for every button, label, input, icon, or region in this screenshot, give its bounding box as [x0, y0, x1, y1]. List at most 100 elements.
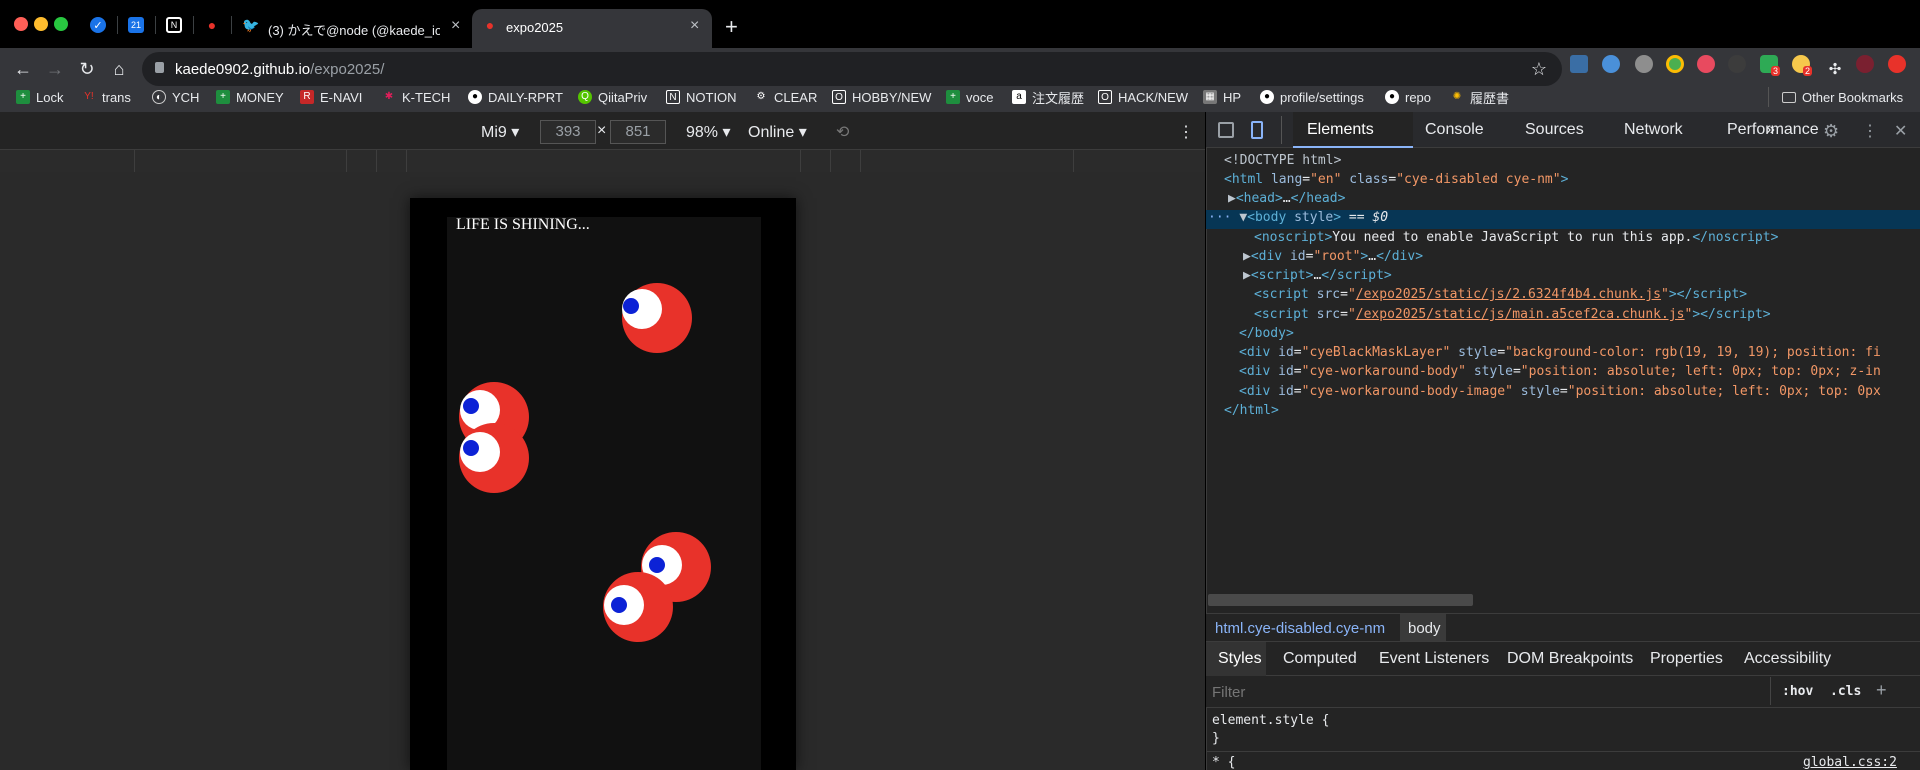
device-more-icon[interactable]: ⋮	[1178, 122, 1194, 142]
bookmark-ktech[interactable]: ✱ K-TECH	[382, 87, 451, 107]
settings-gear-icon[interactable]: ⚙	[1823, 121, 1839, 142]
bookmark-order-history[interactable]: a 注文履歴	[1012, 87, 1084, 107]
rotate-icon[interactable]: ⟲	[836, 122, 849, 142]
tab-accessibility[interactable]: Accessibility	[1744, 650, 1831, 668]
device-width-input[interactable]: 393	[540, 120, 596, 144]
tab-properties[interactable]: Properties	[1650, 650, 1723, 668]
pinned-tab-notion-icon[interactable]: N	[166, 17, 182, 33]
bookmark-trans[interactable]: Y! trans	[82, 87, 131, 107]
tab-event-listeners[interactable]: Event Listeners	[1379, 650, 1489, 668]
close-window-button[interactable]	[14, 17, 28, 31]
tab-dom-breakpoints[interactable]: DOM Breakpoints	[1507, 650, 1633, 668]
tab-network[interactable]: Network	[1624, 121, 1683, 139]
tab-sources[interactable]: Sources	[1525, 121, 1584, 139]
bookmark-label: YCH	[172, 89, 200, 105]
bookmark-repo[interactable]: ● repo	[1385, 87, 1431, 107]
new-tab-button[interactable]: +	[725, 14, 738, 40]
dom-line-html-close[interactable]: </html>	[1224, 403, 1279, 418]
lock-icon[interactable]	[155, 62, 164, 73]
bookmark-label: repo	[1405, 89, 1432, 105]
profile-avatar[interactable]	[1856, 55, 1874, 73]
more-tabs-icon[interactable]: »	[1766, 121, 1775, 139]
extension-red-icon[interactable]	[1888, 55, 1906, 73]
tab-twitter-close-icon[interactable]: ×	[451, 17, 460, 35]
bookmark-enavi[interactable]: R E-NAVI	[300, 87, 362, 107]
pinned-tab-expo-icon[interactable]: ●	[204, 17, 220, 33]
device-select[interactable]: Mi9 ▾	[481, 122, 519, 142]
bookmark-star-icon[interactable]: ☆	[1528, 58, 1550, 80]
media-query-bar[interactable]	[0, 150, 1205, 172]
tab-computed[interactable]: Computed	[1283, 650, 1357, 668]
device-height-input[interactable]: 851	[610, 120, 666, 144]
dom-line-script[interactable]: ▶<script>…</script>	[1243, 268, 1392, 283]
bookmark-hp[interactable]: ▦ HP	[1203, 87, 1241, 107]
pinned-tab-calendar-icon[interactable]: 21	[128, 17, 144, 33]
url-text[interactable]: kaede0902.github.io/expo2025/	[175, 61, 384, 78]
extension-t-icon[interactable]	[1697, 55, 1715, 73]
bookmark-profile-settings[interactable]: ● profile/settings	[1260, 87, 1364, 107]
extension-icon[interactable]	[1570, 55, 1588, 73]
back-arrow-icon[interactable]: ←	[12, 58, 34, 80]
zoom-select[interactable]: 98% ▾	[686, 122, 731, 142]
dom-line-root[interactable]: ▶<div id="root">…</div>	[1243, 249, 1423, 264]
bookmark-ych[interactable]: ◐ YCH	[152, 87, 199, 107]
inspect-element-icon[interactable]	[1218, 122, 1234, 138]
ruler-tick	[406, 150, 407, 172]
bookmark-clear[interactable]: ⚙ CLEAR	[754, 87, 818, 107]
dom-line-head[interactable]: ▶<head>…</head>	[1228, 191, 1345, 206]
extension-icon[interactable]	[1728, 55, 1746, 73]
extension-chrome-icon[interactable]	[1666, 55, 1684, 73]
dom-line-html[interactable]: <html lang="en" class="cye-disabled cye-…	[1224, 172, 1568, 187]
bookmark-hack-new[interactable]: O HACK/NEW	[1098, 87, 1188, 107]
element-style-rule[interactable]: element.style {	[1212, 713, 1329, 728]
tab-styles[interactable]: Styles	[1218, 650, 1262, 668]
bookmark-hobby-new[interactable]: O HOBBY/NEW	[832, 87, 931, 107]
dom-line-mask-layer[interactable]: <div id="cyeBlackMaskLayer" style="backg…	[1239, 345, 1919, 360]
star-style-rule[interactable]: * {	[1212, 755, 1235, 770]
bookmark-lock[interactable]: + Lock	[16, 87, 63, 107]
dom-line-workaround-body[interactable]: <div id="cye-workaround-body" style="pos…	[1239, 364, 1919, 379]
extensions-puzzle-icon[interactable]: ✣	[1824, 58, 1846, 80]
bookmark-money[interactable]: + MONEY	[216, 87, 284, 107]
bookmark-resume[interactable]: ✺ 履歴書	[1450, 87, 1509, 107]
dom-line-script-chunk[interactable]: <script src="/expo2025/static/js/2.6324f…	[1254, 287, 1747, 302]
dom-line-noscript[interactable]: <noscript>You need to enable JavaScript …	[1254, 230, 1778, 245]
dom-line-body[interactable]: ··· ▼<body style> == $0	[1208, 210, 1388, 225]
global-css-link[interactable]: global.css:2	[1803, 755, 1897, 770]
devtools-menu-icon[interactable]: ⋮	[1862, 121, 1878, 141]
bookmark-voce[interactable]: + voce	[946, 87, 993, 107]
bookmark-qiitapriv[interactable]: Q QiitaPriv	[578, 87, 647, 107]
bookmark-notion[interactable]: N NOTION	[666, 87, 737, 107]
network-throttle-select[interactable]: Online ▾	[748, 122, 807, 142]
cls-toggle[interactable]: .cls	[1830, 684, 1861, 699]
close-devtools-icon[interactable]: ✕	[1894, 121, 1907, 141]
minimize-window-button[interactable]	[34, 17, 48, 31]
tab-elements[interactable]: Elements	[1307, 121, 1374, 139]
forward-arrow-icon[interactable]: →	[44, 58, 66, 80]
app-canvas[interactable]	[447, 217, 761, 770]
tab-expo2025-close-icon[interactable]: ×	[690, 17, 699, 35]
new-style-rule-icon[interactable]: +	[1876, 680, 1887, 701]
horizontal-scrollbar[interactable]	[1208, 594, 1473, 606]
bookmark-daily-rprt[interactable]: ● DAILY-RPRT	[468, 87, 563, 107]
other-bookmarks[interactable]: Other Bookmarks	[1782, 87, 1903, 107]
twitter-bird-icon: 🐦	[242, 16, 260, 33]
tab-console[interactable]: Console	[1425, 121, 1484, 139]
dom-line-script-main[interactable]: <script src="/expo2025/static/js/main.a5…	[1254, 307, 1771, 322]
toolbar-divider	[1281, 116, 1282, 144]
extension-icon[interactable]	[1602, 55, 1620, 73]
extension-drive-icon[interactable]	[1635, 55, 1653, 73]
styles-filter-input[interactable]	[1212, 680, 1762, 704]
device-toggle-icon[interactable]	[1251, 121, 1263, 139]
pinned-tab-check-icon[interactable]: ✓	[90, 17, 106, 33]
ruler-tick	[376, 150, 377, 172]
breadcrumb-body[interactable]: body	[1408, 620, 1441, 637]
hov-toggle[interactable]: :hov	[1782, 684, 1813, 699]
dom-line-workaround-image[interactable]: <div id="cye-workaround-body-image" styl…	[1239, 384, 1919, 399]
reload-icon[interactable]: ↻	[76, 58, 98, 80]
breadcrumb-html[interactable]: html.cye-disabled.cye-nm	[1215, 620, 1385, 637]
dom-line-body-close[interactable]: </body>	[1239, 326, 1294, 341]
zoom-window-button[interactable]	[54, 17, 68, 31]
home-icon[interactable]: ⌂	[108, 58, 130, 80]
dom-line-doctype[interactable]: <!DOCTYPE html>	[1224, 153, 1341, 168]
